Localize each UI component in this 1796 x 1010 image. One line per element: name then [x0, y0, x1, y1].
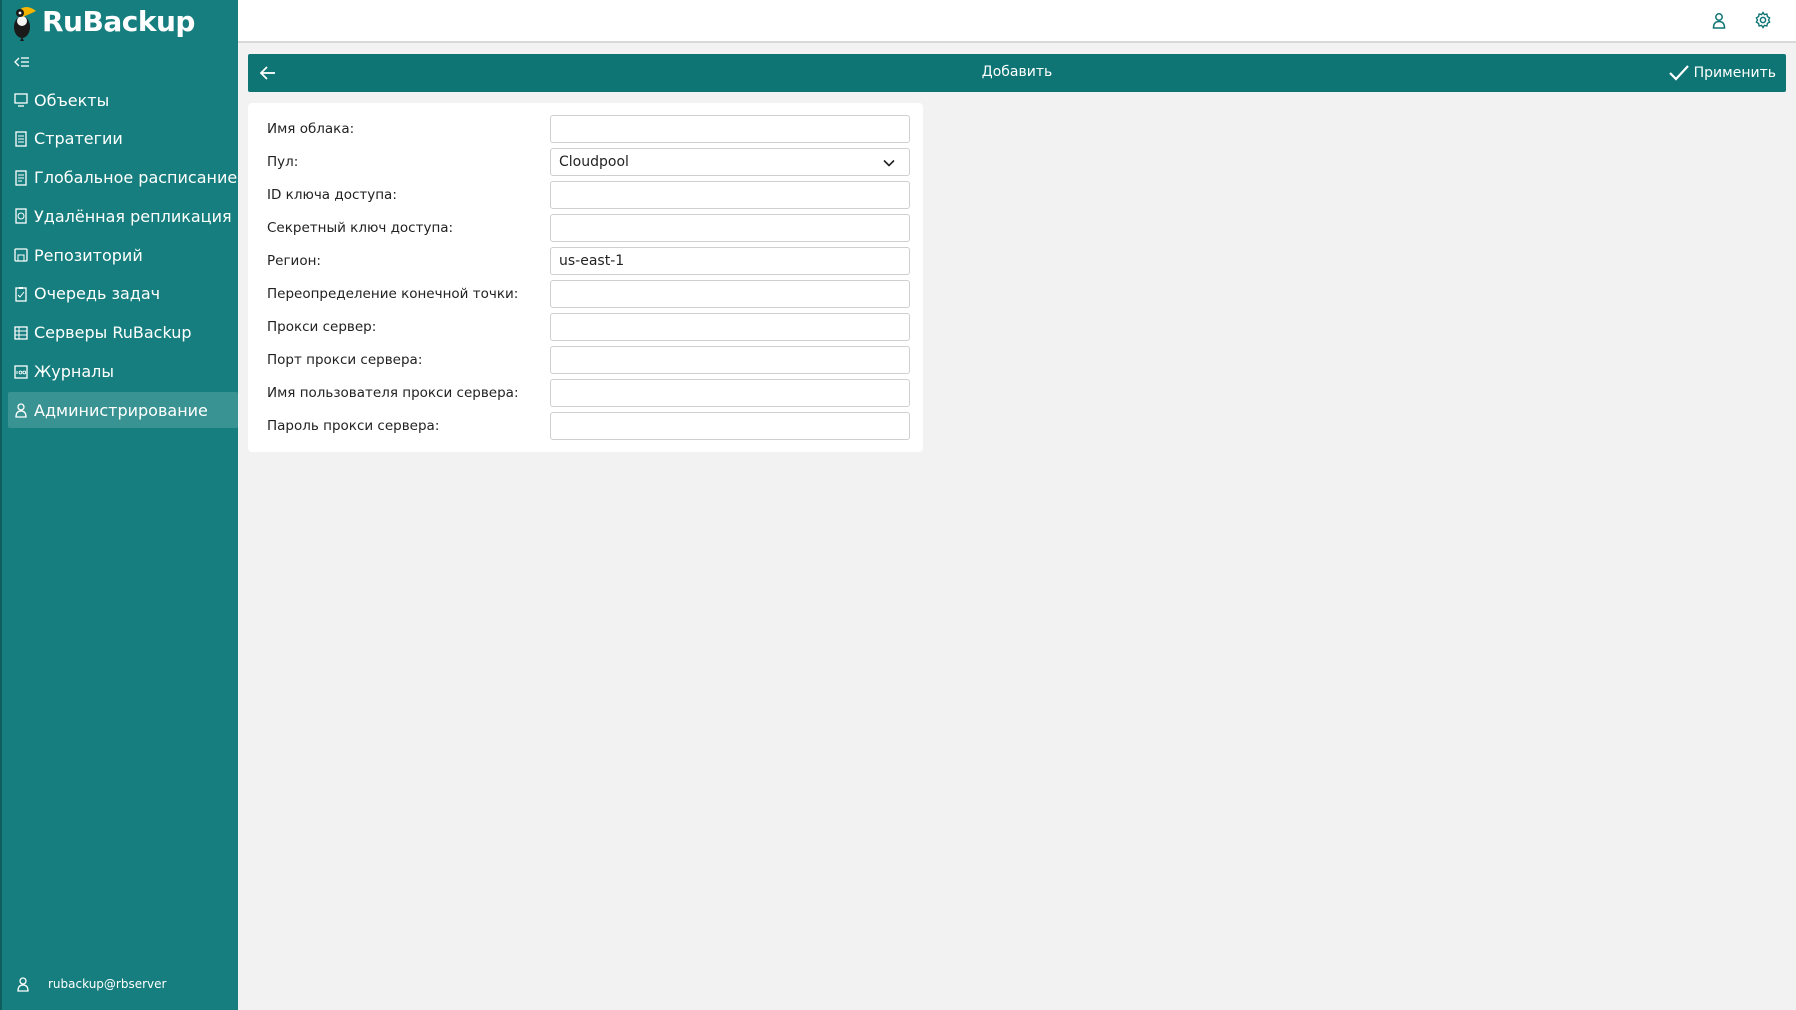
current-user[interactable]: rubackup@rbserver	[16, 976, 166, 992]
proxy-user-input[interactable]	[550, 379, 910, 407]
access-key-id-input[interactable]	[550, 181, 910, 209]
collapse-menu-icon[interactable]	[14, 55, 30, 69]
form-row-secret-key: Секретный ключ доступа:	[248, 213, 923, 243]
sidebar-item-rubackup-servers[interactable]: Серверы RuBackup	[8, 315, 238, 351]
toucan-logo-icon	[14, 7, 36, 41]
task-queue-icon	[15, 286, 27, 302]
sidebar-item-label: Объекты	[34, 90, 110, 110]
sidebar-item-global-schedule[interactable]: Глобальное расписание	[8, 160, 238, 196]
form-row-proxy-server: Прокси сервер:	[248, 312, 923, 342]
proxy-password-input[interactable]	[550, 412, 910, 440]
sidebar-item-label: Очередь задач	[34, 284, 161, 304]
replication-icon	[15, 208, 27, 225]
sidebar-item-logs[interactable]: Журналы	[8, 354, 238, 390]
app-logo[interactable]: RuBackup	[8, 0, 195, 42]
form-row-proxy-user: Имя пользователя прокси сервера:	[248, 378, 923, 408]
region-input[interactable]	[550, 247, 910, 275]
form-row-cloud-name: Имя облака:	[248, 114, 923, 144]
form-row-region: Регион:	[248, 246, 923, 276]
sidebar-item-label: Репозиторий	[34, 245, 143, 265]
proxy-port-input[interactable]	[550, 346, 910, 374]
form-row-endpoint-override: Переопределение конечной точки:	[248, 279, 923, 309]
sidebar-item-label: Глобальное расписание	[34, 168, 238, 188]
logo-text: RuBackup	[42, 4, 195, 38]
sidebar-nav: Объекты Стратегии Глобальное расписание …	[8, 82, 238, 431]
sidebar-item-repository[interactable]: Репозиторий	[8, 237, 238, 273]
apply-button[interactable]: Применить	[1668, 61, 1776, 85]
endpoint-override-label: Переопределение конечной точки:	[267, 286, 519, 302]
user-icon	[17, 977, 29, 992]
checkmark-icon	[1668, 65, 1689, 81]
proxy-port-label: Порт прокси сервера:	[267, 352, 423, 368]
top-bar	[238, 0, 1796, 43]
page-header: Добавить Применить	[248, 54, 1786, 92]
document-list-icon	[15, 131, 27, 147]
sidebar-item-strategies[interactable]: Стратегии	[8, 121, 238, 157]
proxy-user-label: Имя пользователя прокси сервера:	[267, 385, 519, 401]
form-row-proxy-port: Порт прокси сервера:	[248, 345, 923, 375]
endpoint-override-input[interactable]	[550, 280, 910, 308]
pool-label: Пул:	[267, 154, 299, 170]
chevron-down-icon	[883, 159, 895, 167]
proxy-server-label: Прокси сервер:	[267, 319, 377, 335]
sidebar-item-label: Удалённая репликация	[34, 206, 232, 226]
secret-key-input[interactable]	[550, 214, 910, 242]
form-row-pool: Пул: Cloudpool	[248, 147, 923, 177]
sidebar-item-label: Администрирование	[34, 400, 208, 420]
sidebar: RuBackup Объекты Стратегии Глобальное ра…	[0, 0, 238, 1010]
secret-key-label: Секретный ключ доступа:	[267, 220, 454, 236]
current-user-label: rubackup@rbserver	[48, 977, 167, 991]
sidebar-item-objects[interactable]: Объекты	[8, 82, 238, 118]
sidebar-item-label: Серверы RuBackup	[34, 323, 192, 343]
repository-icon	[14, 248, 28, 262]
form-row-proxy-password: Пароль прокси сервера:	[248, 411, 923, 441]
servers-icon	[14, 326, 28, 340]
cloud-name-input[interactable]	[550, 115, 910, 143]
cloud-name-label: Имя облака:	[267, 121, 355, 137]
monitor-icon	[14, 93, 28, 107]
sidebar-item-remote-replication[interactable]: Удалённая репликация	[8, 198, 238, 234]
cloud-form: Имя облака: Пул: Cloudpool ID ключа дост…	[248, 103, 923, 452]
sidebar-item-administration[interactable]: Администрирование	[8, 392, 238, 429]
region-label: Регион:	[267, 253, 321, 269]
proxy-password-label: Пароль прокси сервера:	[267, 418, 440, 434]
access-key-id-label: ID ключа доступа:	[267, 187, 397, 203]
pool-select[interactable]: Cloudpool	[550, 148, 910, 176]
sidebar-item-task-queue[interactable]: Очередь задач	[8, 276, 238, 312]
schedule-icon	[15, 169, 27, 186]
apply-button-label: Применить	[1693, 65, 1776, 81]
proxy-server-input[interactable]	[550, 313, 910, 341]
sidebar-item-label: Журналы	[34, 362, 114, 382]
form-row-access-key-id: ID ключа доступа:	[248, 180, 923, 210]
user-profile-icon[interactable]	[1710, 11, 1728, 29]
page-title: Добавить	[981, 64, 1053, 80]
log-icon	[14, 364, 28, 379]
gear-icon[interactable]	[1754, 11, 1772, 29]
user-admin-icon	[15, 403, 27, 419]
pool-selected-value: Cloudpool	[559, 154, 629, 170]
sidebar-item-label: Стратегии	[34, 129, 123, 149]
